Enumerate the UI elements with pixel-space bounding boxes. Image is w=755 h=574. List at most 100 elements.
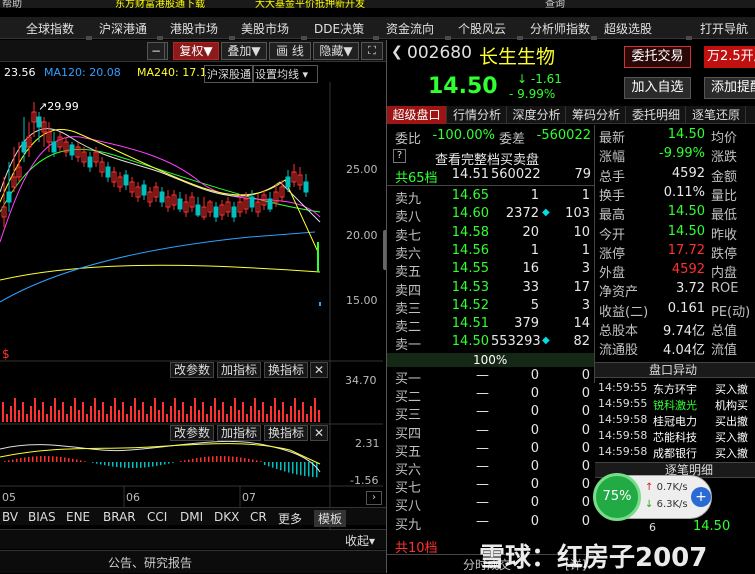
menu-dde[interactable]: DDE决策 — [314, 20, 364, 37]
tab-cr[interactable]: CR — [250, 510, 267, 524]
stock-price: 14.50 — [428, 74, 498, 99]
draw-line-button[interactable]: 画 线 — [269, 42, 311, 60]
tab-cci[interactable]: CCI — [147, 510, 167, 524]
view-full-queue-link[interactable]: 查看完整档买卖盘 — [435, 149, 539, 168]
alert-row[interactable]: 14:59:58桂冠电力买出撤 — [595, 413, 755, 429]
price-axis-25: 25.00 — [346, 163, 378, 176]
indicator-tabs: BV BIAS ENE BRAR CCI DMI DKX CR 更多 模板 — [0, 507, 386, 525]
buy-row[interactable]: 买二—00 — [387, 386, 594, 404]
alert-row[interactable]: 14:59:58芯能科技买入撤 — [595, 429, 755, 445]
fullscreen-icon[interactable]: ⛶ — [361, 42, 383, 60]
sell-row[interactable]: 卖四14.533317 — [387, 280, 594, 298]
tab-tick-replay[interactable]: 逐笔还原 — [687, 106, 746, 124]
speed-widget[interactable]: 75% ↑ 0.7K/s ↓ 6.3K/s + — [594, 475, 712, 519]
tab-bv[interactable]: BV — [2, 510, 18, 524]
sell-row[interactable]: 卖八14.602372◆103 — [387, 206, 594, 224]
vol-change-params-button[interactable]: 改参数 — [170, 362, 214, 378]
menu-super-select[interactable]: 超级选股 — [604, 20, 652, 37]
candle-body — [232, 207, 236, 217]
vol-close-icon[interactable]: ✕ — [310, 362, 328, 378]
menu-global-index[interactable]: 全球指数 — [26, 20, 74, 37]
promo-link-1[interactable]: 东方财富港股通下载 — [115, 0, 205, 8]
buy-row[interactable]: 买七—00 — [387, 477, 594, 495]
sep-line — [387, 185, 594, 186]
tab-order-detail[interactable]: 委托明细 — [627, 106, 686, 124]
tab-more[interactable]: 更多 — [278, 510, 302, 527]
sell-row[interactable]: 卖二14.5137914 — [387, 316, 594, 334]
volume-bar — [250, 406, 252, 422]
menu-us-market[interactable]: 美股市场 — [241, 20, 289, 37]
tab-chip-analysis[interactable]: 筹码分析 — [567, 106, 626, 124]
buy-level-label: 买四 — [395, 423, 421, 442]
menu-fund-flow[interactable]: 资金流向 — [386, 20, 434, 37]
vol-add-indicator-button[interactable]: 加指标 — [217, 362, 261, 378]
query-link[interactable]: 查询 — [545, 0, 565, 8]
buy-row[interactable]: 买一—00 — [387, 368, 594, 386]
open-account-button[interactable]: 万2.5开户 — [704, 46, 755, 68]
sell-row[interactable]: 卖六14.5611 — [387, 243, 594, 261]
tab-dmi[interactable]: DMI — [180, 510, 203, 524]
tab-template[interactable]: 模板 — [314, 510, 346, 527]
tab-super-order[interactable]: 超级盘口 — [387, 106, 447, 124]
sell-row[interactable]: 卖一14.50553293◆82 — [387, 334, 594, 352]
buy-row[interactable]: 买三—00 — [387, 404, 594, 422]
month-label-05: 05 — [2, 491, 16, 504]
buy-row[interactable]: 买九—00 — [387, 514, 594, 532]
promo-link-2[interactable]: 大大基金平价抵押新开发 — [255, 0, 365, 8]
tab-bias[interactable]: BIAS — [28, 510, 56, 524]
macd-bar — [44, 456, 46, 462]
volume-bar — [166, 414, 168, 422]
menu-stock-risk[interactable]: 个股风云 — [458, 20, 506, 37]
buy-row[interactable]: 买四—00 — [387, 423, 594, 441]
add-favorite-button[interactable]: 加入自选 — [624, 77, 691, 99]
help-icon[interactable]: ? — [393, 149, 406, 163]
menu-open-nav[interactable]: 打开导航 — [700, 20, 748, 37]
alert-row[interactable]: 14:59:55东方环宇买入撤 — [595, 381, 755, 397]
buy-row[interactable]: 买八—00 — [387, 495, 594, 513]
macd-bar — [156, 462, 158, 466]
volume-bar — [130, 406, 132, 422]
announcement-link[interactable]: 公告、研究报告 — [108, 554, 192, 571]
hide-button[interactable]: 隐藏▼ — [313, 42, 359, 60]
sell-row[interactable]: 卖五14.55163 — [387, 261, 594, 279]
month-label-06: 06 — [126, 491, 140, 504]
macd-change-params-button[interactable]: 改参数 — [170, 425, 214, 441]
tab-market-analysis[interactable]: 行情分析 — [448, 106, 507, 124]
tab-deep-analysis[interactable]: 深度分析 — [508, 106, 566, 124]
buy-row[interactable]: 买五—00 — [387, 441, 594, 459]
plus-icon[interactable]: + — [691, 487, 711, 507]
tab-brar[interactable]: BRAR — [103, 510, 136, 524]
help-link[interactable]: 帮助 — [2, 0, 22, 8]
alert-row[interactable]: 14:59:55锐科激光机构买 — [595, 397, 755, 413]
peak-price-label: ↗29.99 — [38, 100, 79, 113]
minus-button[interactable]: − — [147, 42, 165, 60]
overlay-button[interactable]: 叠加▼ — [221, 42, 267, 60]
back-icon[interactable]: ❮ — [391, 44, 403, 60]
macd-switch-indicator-button[interactable]: 换指标 — [264, 425, 308, 441]
macd-add-indicator-button[interactable]: 加指标 — [217, 425, 261, 441]
sell-level-label: 卖五 — [395, 261, 421, 280]
buy-row[interactable]: 买六—00 — [387, 459, 594, 477]
menu-hk-connect[interactable]: 沪深港通 — [99, 20, 147, 37]
candle-body — [196, 205, 200, 215]
chevron-right-icon[interactable]: › — [366, 491, 382, 505]
macd-close-icon[interactable]: ✕ — [310, 425, 328, 441]
sell-row[interactable]: 卖九14.6511 — [387, 188, 594, 206]
collapse-button[interactable]: 收起▾ — [345, 532, 375, 549]
sell-row[interactable]: 卖七14.582010 — [387, 225, 594, 243]
kline-chart-panel[interactable]: 23.56 MA120: 20.08 MA240: 17.1 沪深股通 设置均线… — [0, 62, 383, 547]
menu-analyst-index[interactable]: 分析师指数 — [530, 20, 590, 37]
restore-rights-button[interactable]: 复权▼ — [173, 42, 219, 60]
ma10-line — [0, 130, 318, 252]
vol-switch-indicator-button[interactable]: 换指标 — [264, 362, 308, 378]
menu-hk-market[interactable]: 港股市场 — [170, 20, 218, 37]
entrust-trade-button[interactable]: 委托交易 — [624, 46, 691, 68]
tab-ene[interactable]: ENE — [66, 510, 90, 524]
add-alert-button[interactable]: 添加提醒 — [704, 77, 755, 99]
alert-time: 14:59:55 — [598, 381, 647, 394]
tab-dkx[interactable]: DKX — [214, 510, 239, 524]
alert-row[interactable]: 14:59:58成都银行买入撤 — [595, 445, 755, 461]
macd-bar — [68, 458, 70, 462]
sell-row[interactable]: 卖三14.5253 — [387, 298, 594, 316]
volume-bar — [158, 410, 160, 422]
